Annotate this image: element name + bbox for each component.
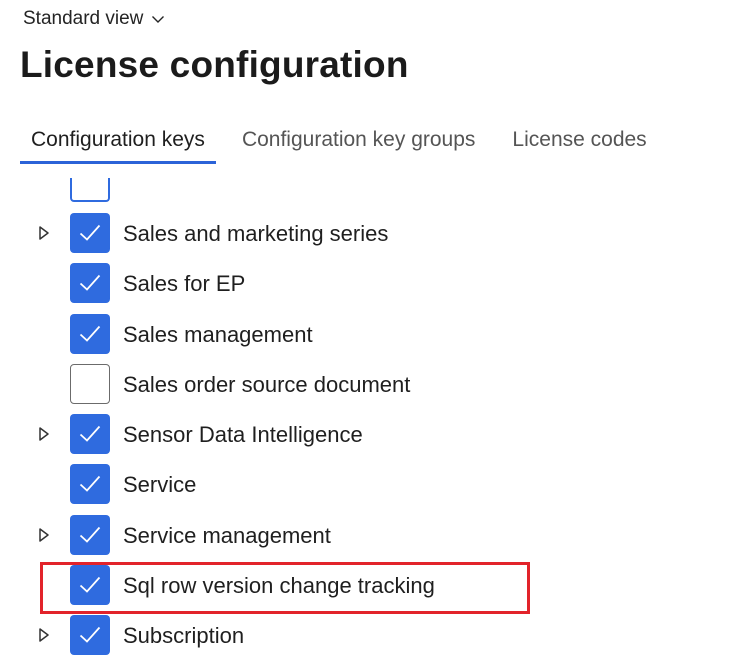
checkbox[interactable] xyxy=(70,514,110,555)
expand-arrow-icon[interactable] xyxy=(38,225,50,241)
checkbox[interactable] xyxy=(70,313,110,354)
checkbox[interactable] xyxy=(70,263,110,304)
partial-checkbox[interactable] xyxy=(70,178,110,202)
view-label: Standard view xyxy=(23,8,144,29)
tree-row[interactable]: Subscription xyxy=(0,613,742,663)
tree-row[interactable]: Sales management xyxy=(0,312,742,362)
checkbox[interactable] xyxy=(70,615,110,656)
tree-row-label: Sql row version change tracking xyxy=(123,573,435,599)
tree-row[interactable]: Sensor Data Intelligence xyxy=(0,412,742,462)
checkmark-icon xyxy=(79,325,101,342)
checkbox[interactable] xyxy=(70,363,110,404)
tree-row[interactable]: Sales for EP xyxy=(0,261,742,311)
tab-configuration-keys[interactable]: Configuration keys xyxy=(20,122,216,164)
tree-row-label: Sales management xyxy=(123,321,313,347)
expand-arrow-icon[interactable] xyxy=(38,627,50,643)
tree-row-label: Sales for EP xyxy=(123,271,246,297)
expand-arrow-icon[interactable] xyxy=(38,527,50,543)
checkmark-icon xyxy=(79,576,101,593)
tree-row[interactable]: Sales order source document xyxy=(0,362,742,412)
tree-row[interactable]: Sales and marketing series xyxy=(0,211,742,261)
tree-row[interactable]: Service xyxy=(0,462,742,512)
tab-license-codes[interactable]: License codes xyxy=(501,122,657,164)
tree-row-label: Service xyxy=(123,472,197,498)
tab-bar: Configuration keys Configuration key gro… xyxy=(20,122,673,164)
tree-row-label: Sales and marketing series xyxy=(123,221,389,246)
view-selector[interactable]: Standard view xyxy=(23,8,165,30)
checkmark-icon xyxy=(79,275,101,292)
tree-row-label: Subscription xyxy=(123,623,245,649)
checkmark-icon xyxy=(79,224,101,241)
checkmark-icon xyxy=(79,426,101,442)
checkmark-icon xyxy=(79,627,101,644)
tree-row[interactable]: Sql row version change tracking xyxy=(0,563,742,613)
checkbox[interactable] xyxy=(70,414,110,455)
checkbox[interactable] xyxy=(70,565,110,606)
tab-configuration-key-groups[interactable]: Configuration key groups xyxy=(231,122,486,164)
checkmark-icon xyxy=(79,526,101,543)
tree-row-label: Sales order source document xyxy=(123,371,411,397)
checkbox[interactable] xyxy=(70,213,110,253)
page-title: License configuration xyxy=(20,44,409,85)
configuration-key-tree: Sales and marketing series Sales for EP … xyxy=(0,211,742,664)
checkmark-icon xyxy=(79,476,101,493)
chevron-down-icon xyxy=(152,16,165,23)
checkbox[interactable] xyxy=(70,464,110,505)
tree-row-label: Sensor Data Intelligence xyxy=(123,422,363,448)
expand-arrow-icon[interactable] xyxy=(38,426,50,442)
tree-row-label: Service management xyxy=(123,522,331,548)
tree-row[interactable]: Service management xyxy=(0,513,742,563)
